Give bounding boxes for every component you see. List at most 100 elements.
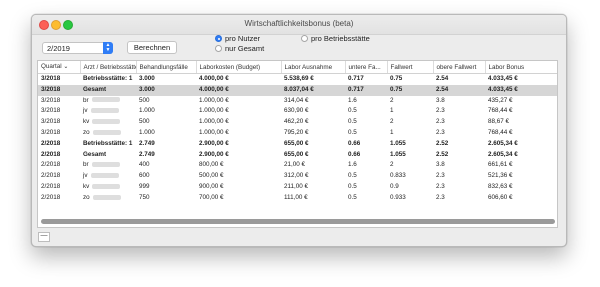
table-row[interactable]: 3/2018 jv 1.000 1.000,00 € 630,90 € 0.5 1 2.3 76… bbox=[38, 106, 557, 117]
lab-exception-cell: 111,00 € bbox=[284, 193, 308, 201]
case-value-cell: 0.75 bbox=[390, 75, 403, 82]
lab-exception-cell: 312,00 € bbox=[284, 172, 309, 180]
lab-exception-cell: 211,00 € bbox=[284, 182, 309, 190]
lab-bonus-cell: 4.033,45 € bbox=[488, 75, 518, 82]
lab-exception-cell: 314,04 € bbox=[284, 96, 309, 104]
table-row[interactable]: 3/2018 Gesamt 3.000 4.000,00 €8.037,04 €0.7… bbox=[38, 84, 557, 96]
redacted-name-block bbox=[92, 183, 121, 189]
doctor-cell: br bbox=[80, 96, 136, 107]
lab-exception-cell: 795,20 € bbox=[284, 128, 309, 136]
column-header-case-value[interactable]: Fallwert bbox=[387, 61, 434, 74]
quarter-cell: 2/2018 bbox=[41, 161, 61, 169]
case-value-cell: 0.9 bbox=[390, 182, 399, 190]
lab-bonus-cell: 2.605,34 € bbox=[488, 150, 518, 158]
titlebar: Wirtschaftlichkeitsbonus (beta) bbox=[32, 15, 566, 35]
lab-costs-cell: 4.000,00 € bbox=[199, 75, 229, 82]
table-row[interactable]: 3/2018 br 500 1.000,00 € 314,04 € 1.6 2 3.8 435,… bbox=[38, 96, 557, 107]
column-header-lab-bonus[interactable]: Labor Bonus bbox=[485, 61, 557, 74]
upper-case-value-cell: 3.8 bbox=[436, 161, 445, 169]
table-row[interactable]: 2/2018 br 400 800,00 € 21,00 € 1.6 2 3.8 661,61 … bbox=[38, 160, 557, 171]
remove-button[interactable]: — bbox=[38, 232, 50, 242]
lower-case-value-cell: 0.717 bbox=[345, 84, 387, 96]
doctor-cell: zo bbox=[80, 128, 136, 139]
lab-bonus-cell: 2.605,34 € bbox=[488, 139, 518, 147]
radio-per-user[interactable]: pro Nutzer bbox=[215, 34, 260, 44]
lab-costs-cell: 900,00 € bbox=[199, 182, 224, 190]
radio-unselected-icon bbox=[301, 35, 308, 42]
doctor-cell: jv bbox=[80, 106, 136, 117]
doctor-cell: br bbox=[80, 160, 136, 171]
cases-cell: 2.749 bbox=[139, 150, 155, 158]
lower-case-value-cell: 0.5 bbox=[348, 128, 357, 136]
table-row[interactable]: 3/2018 zo 1.000 1.000,00 € 795,20 € 0.5 1 2.3 76… bbox=[38, 128, 557, 139]
case-value-cell: 0.833 bbox=[390, 172, 406, 180]
lower-case-value-cell: 0.5 bbox=[348, 107, 357, 115]
results-table: Quartal ⌄ Arzt / Betriebsstätte Behandlu… bbox=[38, 61, 557, 204]
upper-case-value-cell: 2.3 bbox=[436, 193, 445, 201]
radio-unselected-icon bbox=[215, 45, 222, 52]
quarter-cell: 3/2018 bbox=[41, 107, 61, 115]
column-header-quarter[interactable]: Quartal ⌄ bbox=[38, 61, 81, 74]
horizontal-scrollbar[interactable] bbox=[41, 219, 555, 224]
lab-costs-cell: 1.000,00 € bbox=[199, 118, 229, 126]
upper-case-value-cell: 2.54 bbox=[433, 84, 485, 96]
quarter-cell: 3/2018 bbox=[41, 128, 61, 136]
lab-costs-cell: 2.900,00 € bbox=[199, 150, 229, 158]
chevron-updown-icon[interactable]: ▲ ▼ bbox=[103, 42, 113, 54]
doctor-cell: Betriebsstätte: 1 bbox=[83, 75, 133, 82]
case-value-cell: 1 bbox=[390, 128, 394, 136]
quarter-select[interactable]: 2/2019 ▲ ▼ bbox=[42, 42, 113, 54]
lab-costs-cell: 4.000,00 € bbox=[196, 84, 281, 96]
radio-total-only[interactable]: nur Gesamt bbox=[215, 44, 264, 54]
upper-case-value-cell: 2.52 bbox=[436, 139, 449, 147]
upper-case-value-cell: 2.3 bbox=[436, 128, 445, 136]
quarter-cell: 2/2018 bbox=[41, 150, 61, 158]
calculate-button[interactable]: Berechnen bbox=[127, 41, 177, 54]
table-row[interactable]: 3/2018 kv 500 1.000,00 € 462,20 € 0.5 2 2.3 88,6… bbox=[38, 117, 557, 128]
table-row[interactable]: 2/2018 Betriebsstätte: 1 2.749 2.900,00 € 65… bbox=[38, 139, 557, 150]
upper-case-value-cell: 2.3 bbox=[436, 182, 445, 190]
cases-cell: 3.000 bbox=[139, 75, 155, 82]
lower-case-value-cell: 1.6 bbox=[348, 96, 357, 104]
doctor-cell: kv bbox=[80, 182, 136, 193]
lab-exception-cell: 630,90 € bbox=[284, 107, 309, 115]
redacted-name-block bbox=[90, 173, 119, 178]
quarter-cell: 3/2018 bbox=[38, 84, 80, 96]
column-header-doctor[interactable]: Arzt / Betriebsstätte bbox=[80, 61, 137, 74]
radio-per-site[interactable]: pro Betriebsstätte bbox=[301, 34, 370, 44]
table-row[interactable]: 2/2018 zo 750 700,00 € 111,00 € 0.5 0.933 2.3 60… bbox=[38, 193, 557, 204]
case-value-cell: 0.75 bbox=[387, 84, 433, 96]
lab-bonus-cell: 606,60 € bbox=[488, 193, 513, 201]
lab-bonus-cell: 4.033,45 € bbox=[485, 84, 557, 96]
cases-cell: 600 bbox=[139, 172, 150, 180]
lab-bonus-cell: 832,63 € bbox=[488, 182, 513, 190]
lab-costs-cell: 700,00 € bbox=[199, 193, 224, 201]
lab-exception-cell: 655,00 € bbox=[284, 139, 309, 147]
lab-bonus-cell: 435,27 € bbox=[488, 96, 513, 104]
doctor-cell: kv bbox=[80, 117, 136, 128]
column-header-upper-case-value[interactable]: obere Fallwert bbox=[433, 61, 486, 74]
column-header-cases[interactable]: Behandlungsfälle bbox=[136, 61, 197, 74]
cases-cell: 2.749 bbox=[139, 139, 155, 147]
doctor-cell: zo bbox=[80, 193, 136, 204]
table-row[interactable]: 2/2018 kv 999 900,00 € 211,00 € 0.5 0.9 2.3 832,… bbox=[38, 182, 557, 193]
column-header-lab-exception[interactable]: Labor Ausnahme bbox=[281, 61, 346, 74]
case-value-cell: 2 bbox=[390, 96, 394, 104]
table-row[interactable]: 2/2018 jv 600 500,00 € 312,00 € 0.5 0.833 2.3 52… bbox=[38, 171, 557, 182]
upper-case-value-cell: 3.8 bbox=[436, 96, 445, 104]
table-row[interactable]: 2/2018 Gesamt 2.749 2.900,00 € 655,00 € 0.66 1… bbox=[38, 150, 557, 161]
doctor-cell: Gesamt bbox=[83, 150, 107, 158]
column-header-lower-case-value[interactable]: untere Fa... bbox=[345, 61, 388, 74]
cases-cell: 999 bbox=[139, 182, 150, 190]
column-header-lab-costs[interactable]: Laborkosten (Budget) bbox=[196, 61, 282, 74]
cases-cell: 500 bbox=[139, 118, 150, 126]
cases-cell: 1.000 bbox=[139, 107, 155, 115]
results-table-container: Quartal ⌄ Arzt / Betriebsstätte Behandlu… bbox=[37, 60, 558, 228]
table-row[interactable]: 3/2018 Betriebsstätte: 1 3.000 4.000,00 € 5.… bbox=[38, 74, 557, 85]
lower-case-value-cell: 0.66 bbox=[348, 139, 361, 147]
lab-bonus-cell: 521,36 € bbox=[488, 172, 513, 180]
doctor-cell: Gesamt bbox=[80, 84, 136, 96]
sort-chevron-down-icon: ⌄ bbox=[63, 64, 69, 70]
lab-costs-cell: 1.000,00 € bbox=[199, 107, 229, 115]
lower-case-value-cell: 0.5 bbox=[348, 118, 357, 126]
